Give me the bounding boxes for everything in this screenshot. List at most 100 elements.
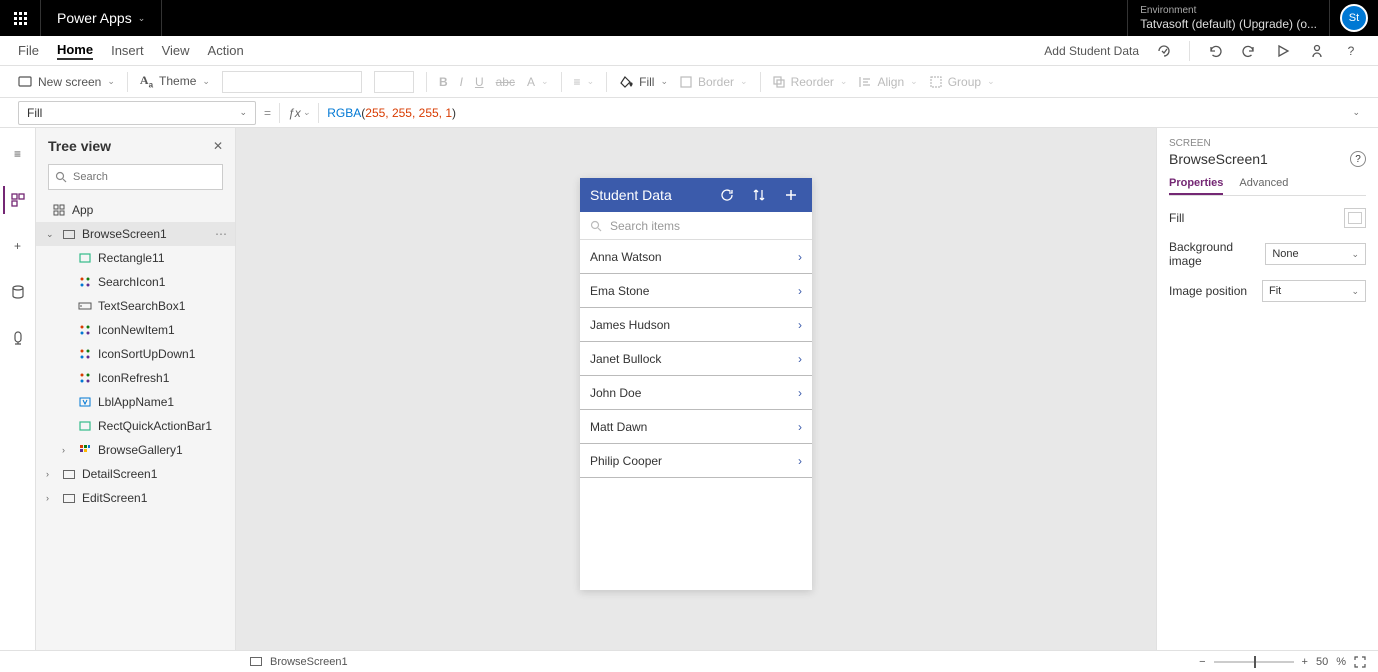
- refresh-icon[interactable]: [716, 187, 738, 203]
- rail-hamburger[interactable]: ≡: [4, 140, 32, 168]
- chevron-right-icon: ›: [798, 318, 802, 332]
- screen-icon: [62, 467, 76, 481]
- divider: [279, 103, 280, 123]
- rail-media[interactable]: [4, 324, 32, 352]
- expand-icon[interactable]: ›: [46, 493, 56, 503]
- bgimage-select[interactable]: None⌄: [1265, 243, 1366, 265]
- list-item-label: James Hudson: [590, 318, 670, 332]
- close-icon[interactable]: ✕: [213, 139, 223, 153]
- group-label: Group: [948, 75, 981, 89]
- list-item[interactable]: Anna Watson›: [580, 240, 812, 274]
- fill-swatch[interactable]: [1344, 208, 1366, 228]
- property-selector[interactable]: Fill ⌄: [18, 101, 256, 125]
- border-button[interactable]: Border ⌄: [680, 75, 748, 89]
- tree-node-newitem[interactable]: IconNewItem1: [36, 318, 235, 342]
- chevron-right-icon: ›: [798, 352, 802, 366]
- list-item[interactable]: James Hudson ›: [580, 308, 812, 342]
- formula-input[interactable]: RGBA(255, 255, 255, 1): [327, 106, 456, 120]
- tab-properties[interactable]: Properties: [1169, 177, 1223, 195]
- list-item[interactable]: Janet Bullock›: [580, 342, 812, 376]
- zoom-out-icon[interactable]: −: [1199, 656, 1205, 668]
- more-icon[interactable]: ⋯: [215, 227, 235, 241]
- list-item[interactable]: Matt Dawn›: [580, 410, 812, 444]
- zoom-in-icon[interactable]: +: [1302, 656, 1308, 668]
- menu-view[interactable]: View: [162, 43, 190, 58]
- font-family-select[interactable]: [222, 71, 362, 93]
- menu-home[interactable]: Home: [57, 42, 93, 60]
- help-icon[interactable]: ?: [1350, 151, 1366, 167]
- chevron-down-icon: ⌄: [987, 76, 995, 87]
- app-title[interactable]: Power Apps ⌄: [41, 10, 161, 26]
- new-screen-button[interactable]: New screen ⌄: [18, 75, 115, 89]
- tree-node-refresh[interactable]: IconRefresh1: [36, 366, 235, 390]
- tab-advanced[interactable]: Advanced: [1239, 177, 1288, 195]
- reorder-button[interactable]: Reorder ⌄: [773, 75, 848, 89]
- redo-icon[interactable]: [1240, 42, 1258, 60]
- list-item[interactable]: John Doe›: [580, 376, 812, 410]
- font-color-button[interactable]: A⌄: [527, 75, 549, 89]
- search-icon: [55, 171, 67, 183]
- expand-icon[interactable]: ›: [46, 469, 56, 479]
- canvas[interactable]: Student Data Search items Anna Watson› E…: [236, 128, 1156, 650]
- add-data-label[interactable]: Add Student Data: [1044, 44, 1139, 58]
- font-size-select[interactable]: [374, 71, 414, 93]
- rail-insert[interactable]: +: [4, 232, 32, 260]
- sort-icon[interactable]: [748, 187, 770, 203]
- list-item[interactable]: Philip Cooper›: [580, 444, 812, 478]
- zoom-slider[interactable]: [1214, 661, 1294, 663]
- menu-insert[interactable]: Insert: [111, 43, 144, 58]
- tree-node-lblapp[interactable]: LblAppName1: [36, 390, 235, 414]
- prop-imgpos: Image position Fit⌄: [1169, 280, 1366, 302]
- undo-icon[interactable]: [1206, 42, 1224, 60]
- menu-action[interactable]: Action: [208, 43, 244, 58]
- help-icon[interactable]: ?: [1342, 42, 1360, 60]
- menu-file[interactable]: File: [18, 43, 39, 58]
- tree-node-rectangle[interactable]: Rectangle11: [36, 246, 235, 270]
- rail-data[interactable]: [4, 278, 32, 306]
- italic-button[interactable]: I: [460, 75, 463, 89]
- imgpos-select[interactable]: Fit⌄: [1262, 280, 1366, 302]
- fit-icon[interactable]: [1354, 656, 1366, 668]
- rail-treeview[interactable]: [3, 186, 31, 214]
- tree-search[interactable]: [48, 164, 223, 190]
- fx-button[interactable]: ƒx⌄: [288, 106, 310, 120]
- prop-label: Image position: [1169, 284, 1247, 298]
- align-button[interactable]: Align ⌄: [859, 75, 917, 89]
- theme-button[interactable]: Aa Theme ⌄: [140, 73, 210, 89]
- zoom-thumb[interactable]: [1254, 656, 1256, 668]
- tree-node-app[interactable]: App: [36, 198, 235, 222]
- underline-button[interactable]: U: [475, 75, 484, 89]
- tree-node-rectquick[interactable]: RectQuickActionBar1: [36, 414, 235, 438]
- app-search[interactable]: Search items: [580, 212, 812, 240]
- tree-header: Tree view ✕: [36, 128, 235, 164]
- chevron-down-icon: ⌄: [740, 76, 748, 87]
- tree-node-textsearch[interactable]: TextSearchBox1: [36, 294, 235, 318]
- environment-picker[interactable]: Environment Tatvasoft (default) (Upgrade…: [1128, 5, 1329, 31]
- list-item[interactable]: Ema Stone›: [580, 274, 812, 308]
- text-align-button[interactable]: ≡⌄: [574, 75, 595, 89]
- strike-button[interactable]: abc: [496, 75, 515, 89]
- tree-node-detailscreen[interactable]: ›DetailScreen1: [36, 462, 235, 486]
- tree-node-editscreen[interactable]: ›EditScreen1: [36, 486, 235, 510]
- tree-node-gallery[interactable]: ›BrowseGallery1: [36, 438, 235, 462]
- tree-search-input[interactable]: [73, 171, 216, 183]
- add-icon[interactable]: [780, 188, 802, 202]
- group-button[interactable]: Group ⌄: [930, 75, 995, 89]
- share-icon[interactable]: [1308, 42, 1326, 60]
- fill-button[interactable]: Fill ⌄: [619, 75, 668, 89]
- phone-preview[interactable]: Student Data Search items Anna Watson› E…: [580, 178, 812, 590]
- app-checker-icon[interactable]: [1155, 42, 1173, 60]
- app-launcher[interactable]: [0, 0, 40, 36]
- tree-node-sortud[interactable]: IconSortUpDown1: [36, 342, 235, 366]
- tree-node-browsescreen[interactable]: ⌄ BrowseScreen1 ⋯: [36, 222, 235, 246]
- selected-name: BrowseScreen1: [1169, 151, 1268, 167]
- bold-button[interactable]: B: [439, 75, 448, 89]
- expand-icon[interactable]: ›: [62, 445, 72, 455]
- tree-node-searchicon[interactable]: SearchIcon1: [36, 270, 235, 294]
- collapse-icon[interactable]: ⌄: [46, 229, 56, 240]
- play-icon[interactable]: [1274, 42, 1292, 60]
- formula-bar: Fill ⌄ = ƒx⌄ RGBA(255, 255, 255, 1) ⌄: [0, 98, 1378, 128]
- avatar[interactable]: St: [1340, 4, 1368, 32]
- formula-expand-icon[interactable]: ⌄: [1352, 107, 1360, 118]
- tree-label: IconNewItem1: [98, 323, 235, 337]
